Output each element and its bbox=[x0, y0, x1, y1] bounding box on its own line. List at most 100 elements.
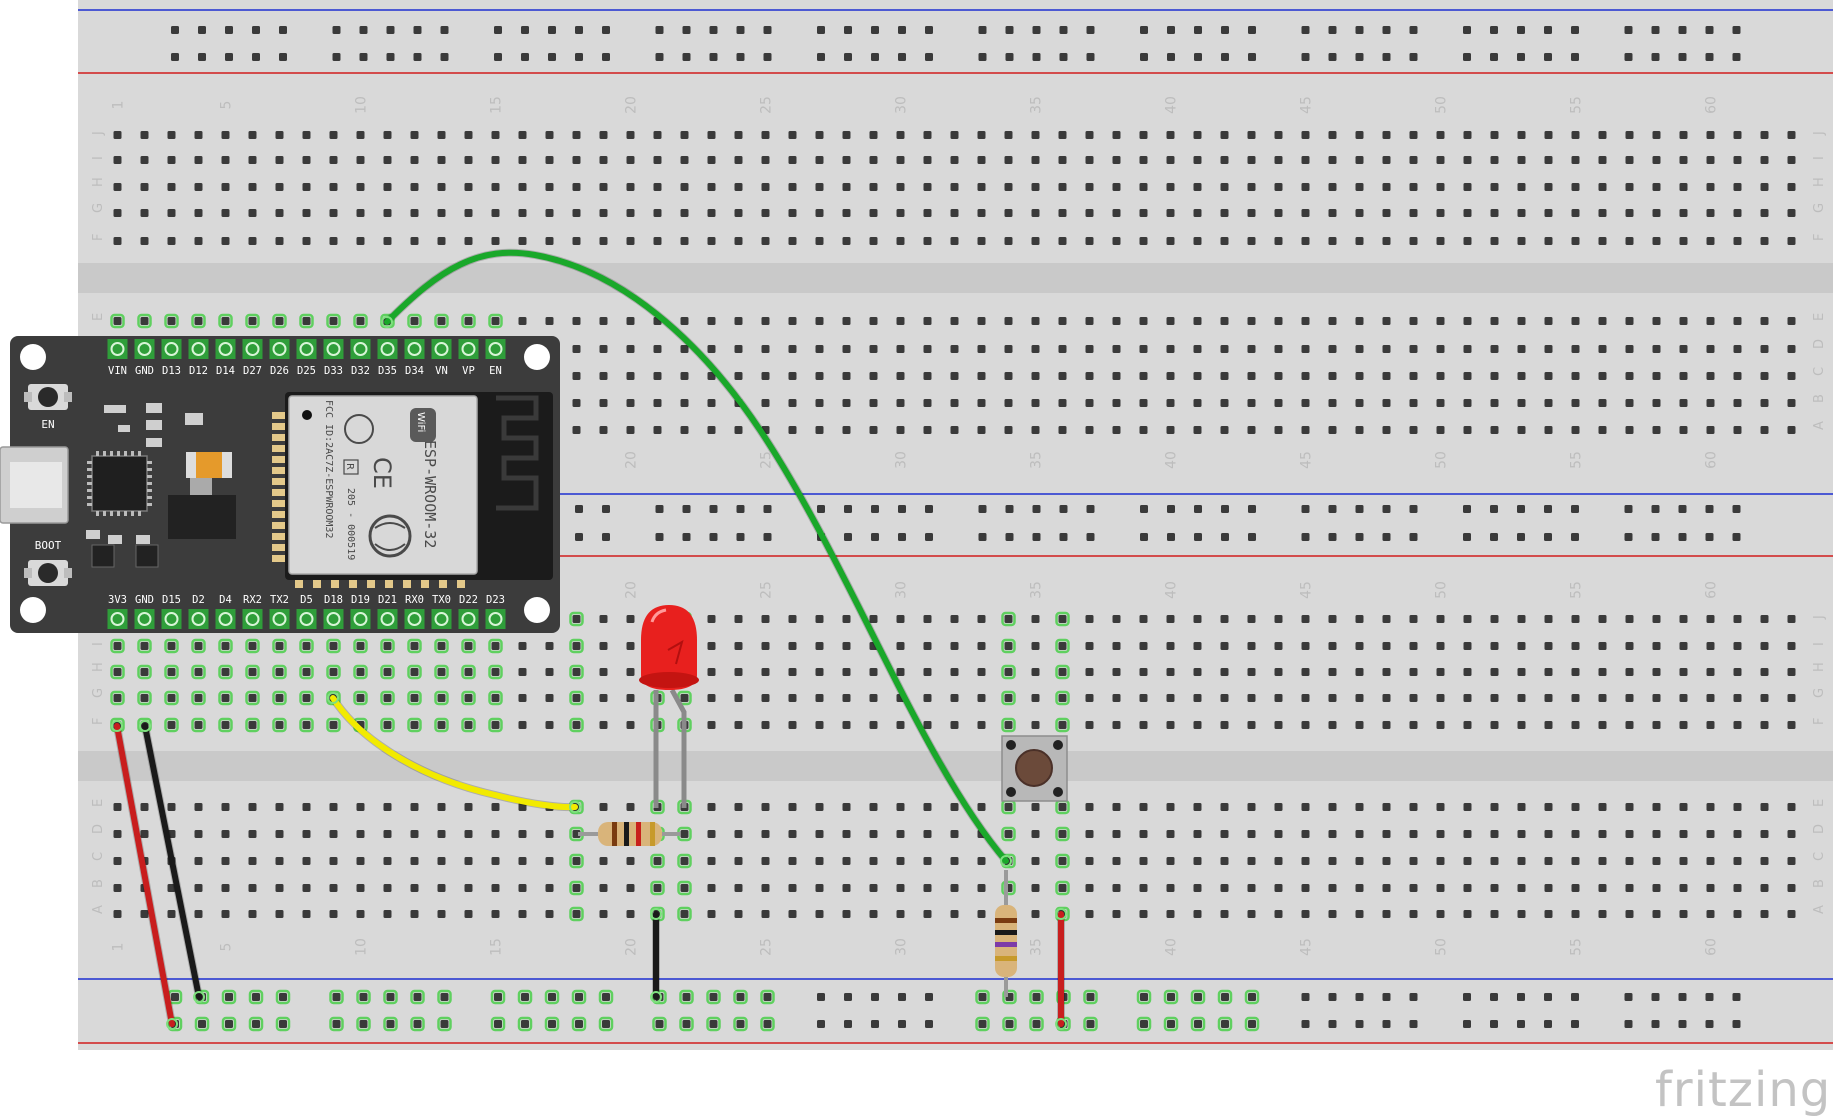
breadboard-hole bbox=[410, 183, 419, 191]
breadboard-hole bbox=[279, 1020, 287, 1028]
column-number: 55 bbox=[1569, 581, 1585, 599]
breadboard-hole bbox=[1355, 642, 1364, 650]
mounting-hole bbox=[20, 597, 46, 623]
breadboard-hole bbox=[113, 830, 122, 838]
breadboard-hole bbox=[707, 615, 716, 623]
breadboard-hole bbox=[1490, 884, 1499, 892]
breadboard-hole bbox=[680, 426, 689, 434]
top-pin-label: D34 bbox=[405, 365, 424, 377]
breadboard-hole bbox=[1733, 803, 1742, 811]
breadboard-hole bbox=[1409, 721, 1418, 729]
breadboard-hole bbox=[1274, 372, 1283, 380]
breadboard-hole bbox=[437, 668, 446, 676]
breadboard-hole bbox=[383, 694, 392, 702]
breadboard-hole bbox=[1355, 1020, 1364, 1028]
breadboard-hole bbox=[275, 803, 284, 811]
breadboard-hole bbox=[1167, 1020, 1175, 1028]
breadboard-hole bbox=[923, 910, 932, 918]
breadboard-hole bbox=[356, 694, 365, 702]
breadboard-hole bbox=[521, 1020, 529, 1028]
breadboard-hole bbox=[1678, 26, 1687, 34]
breadboard-hole bbox=[1544, 53, 1552, 61]
breadboard-hole bbox=[815, 668, 824, 676]
breadboard-hole bbox=[1139, 803, 1148, 811]
breadboard-hole bbox=[1355, 317, 1364, 325]
breadboard-hole bbox=[844, 505, 852, 513]
breadboard-hole bbox=[1274, 668, 1283, 676]
breadboard-hole bbox=[252, 26, 260, 34]
breadboard-hole bbox=[1221, 993, 1229, 1001]
breadboard-hole bbox=[356, 317, 365, 325]
breadboard-hole bbox=[950, 426, 959, 434]
breadboard-hole bbox=[1571, 910, 1580, 918]
breadboard-hole bbox=[977, 884, 986, 892]
breadboard-hole bbox=[545, 317, 554, 325]
breadboard-hole bbox=[1571, 830, 1580, 838]
breadboard-hole bbox=[1760, 668, 1769, 676]
breadboard-hole bbox=[194, 694, 203, 702]
breadboard-hole bbox=[1733, 183, 1742, 191]
breadboard-hole bbox=[1517, 830, 1526, 838]
breadboard-hole bbox=[1571, 317, 1580, 325]
breadboard-hole bbox=[1625, 372, 1634, 380]
breadboard-hole bbox=[1112, 642, 1121, 650]
breadboard-hole bbox=[761, 183, 770, 191]
breadboard-hole bbox=[1220, 668, 1229, 676]
breadboard-hole bbox=[279, 26, 287, 34]
resistor-band bbox=[995, 918, 1017, 923]
chip-pin bbox=[87, 496, 92, 499]
breadboard-hole bbox=[842, 237, 851, 245]
breadboard-hole bbox=[1193, 156, 1202, 164]
breadboard-hole bbox=[194, 317, 203, 325]
breadboard-hole bbox=[1274, 721, 1283, 729]
breadboard-hole bbox=[248, 803, 257, 811]
row-letter-right: A bbox=[1812, 905, 1827, 914]
breadboard-hole bbox=[359, 993, 368, 1001]
breadboard-hole bbox=[1706, 884, 1715, 892]
column-number: 50 bbox=[1434, 96, 1450, 114]
breadboard-hole bbox=[1139, 372, 1148, 380]
breadboard-hole bbox=[1112, 345, 1121, 353]
top-pin-label: EN bbox=[489, 365, 502, 377]
breadboard-hole bbox=[383, 803, 392, 811]
breadboard-hole bbox=[1625, 668, 1634, 676]
breadboard-hole bbox=[869, 183, 878, 191]
breadboard-hole bbox=[1112, 209, 1121, 217]
esp32-board: VIN GND D13 D12 D14 D27 D26 D25 D33 D32 D35 D34 VN VP… bbox=[0, 336, 560, 633]
module-castellation bbox=[272, 500, 285, 507]
breadboard-hole bbox=[1058, 426, 1067, 434]
breadboard-hole bbox=[1058, 237, 1067, 245]
breadboard-hole bbox=[978, 505, 987, 513]
breadboard-hole bbox=[359, 26, 368, 34]
breadboard-hole bbox=[140, 668, 149, 676]
breadboard-hole bbox=[736, 26, 745, 34]
breadboard-hole bbox=[1787, 183, 1796, 191]
resistor-band bbox=[636, 822, 641, 846]
breadboard-hole bbox=[518, 694, 527, 702]
breadboard-hole bbox=[437, 183, 446, 191]
breadboard-hole bbox=[682, 505, 691, 513]
breadboard-hole bbox=[386, 53, 395, 61]
breadboard-hole bbox=[1085, 209, 1094, 217]
breadboard-hole bbox=[1355, 694, 1364, 702]
breadboard-hole bbox=[626, 156, 635, 164]
breadboard-hole bbox=[1436, 803, 1445, 811]
column-number: 5 bbox=[219, 943, 235, 952]
breadboard-hole bbox=[221, 884, 230, 892]
breadboard-hole bbox=[440, 1020, 449, 1028]
breadboard-hole bbox=[842, 884, 851, 892]
resistor-band bbox=[995, 942, 1017, 947]
module-castellation bbox=[349, 580, 357, 588]
breadboard-hole bbox=[1436, 372, 1445, 380]
breadboard-hole bbox=[1058, 803, 1067, 811]
breadboard-hole bbox=[1544, 399, 1553, 407]
breadboard-hole bbox=[1058, 615, 1067, 623]
breadboard-hole bbox=[1409, 209, 1418, 217]
breadboard-hole bbox=[140, 317, 149, 325]
breadboard-hole bbox=[1085, 399, 1094, 407]
breadboard-hole bbox=[1004, 668, 1013, 676]
breadboard-hole bbox=[437, 884, 446, 892]
chip-pin bbox=[131, 511, 134, 516]
breadboard-hole bbox=[734, 830, 743, 838]
breadboard-hole bbox=[1004, 694, 1013, 702]
